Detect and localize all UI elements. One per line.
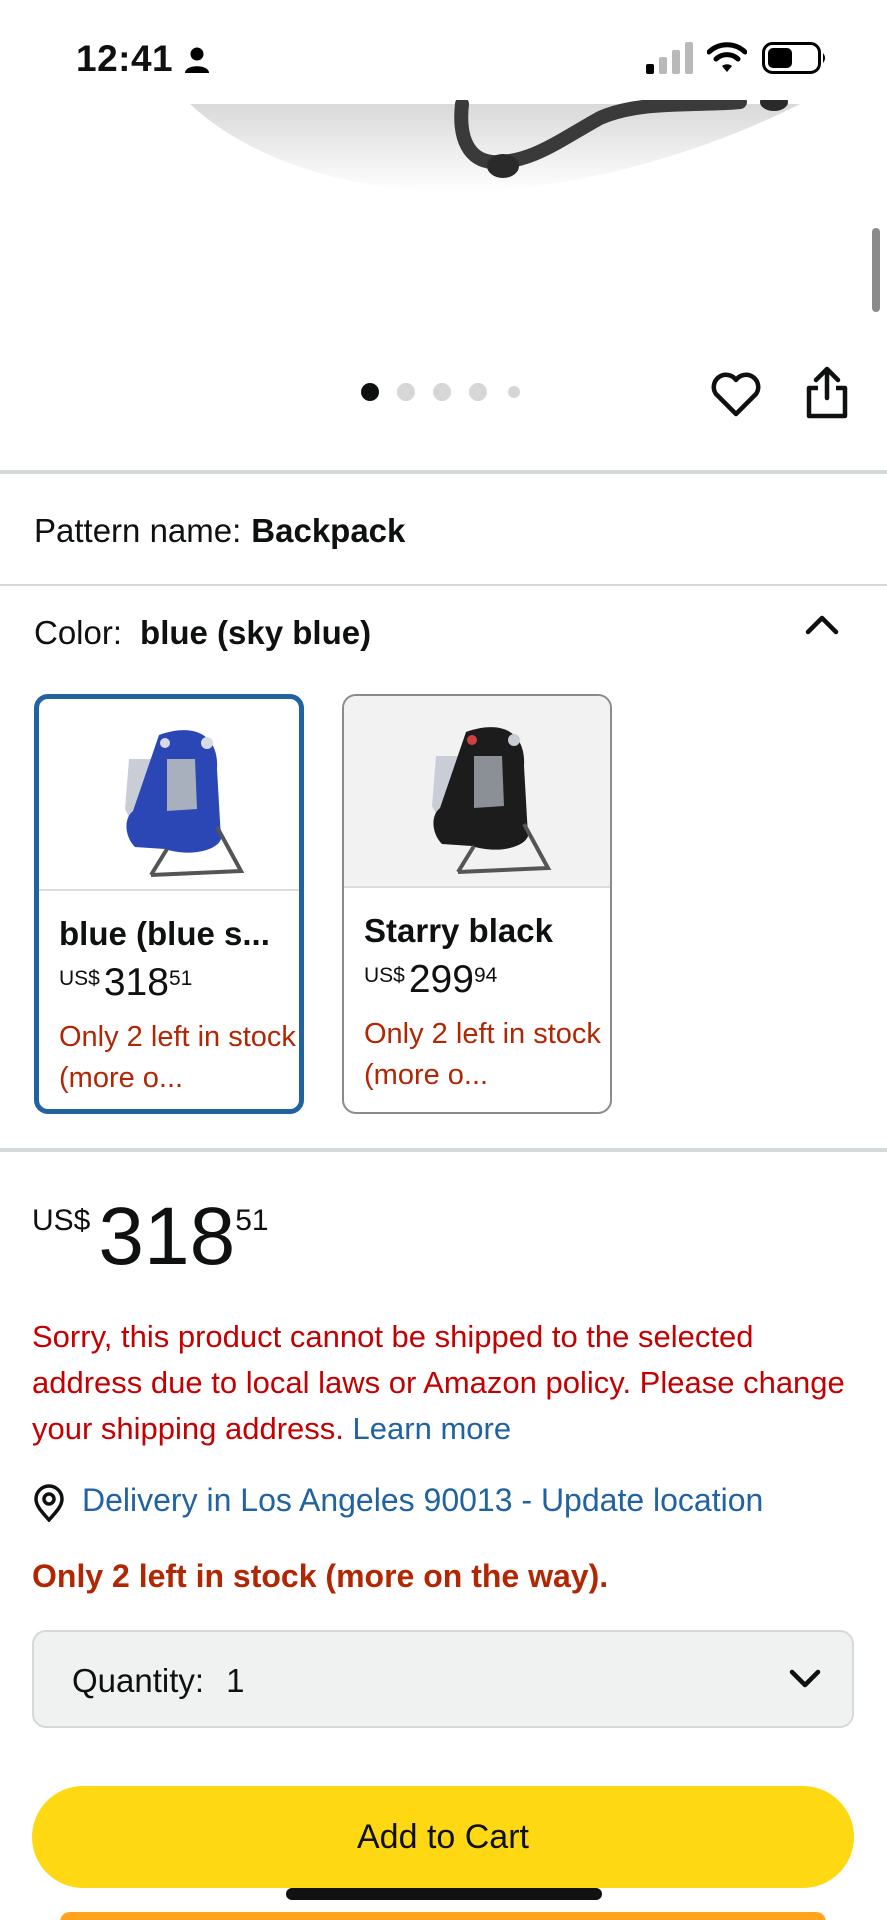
price-currency: US$ [59, 967, 100, 990]
pagination-dot[interactable] [508, 386, 520, 398]
pagination-dot[interactable] [433, 383, 451, 401]
signal-icon [646, 42, 693, 74]
color-value: blue (sky blue) [140, 614, 372, 651]
color-label: Color: [34, 614, 123, 651]
divider [0, 470, 887, 474]
scrollbar[interactable] [872, 228, 880, 312]
battery-icon [762, 42, 825, 74]
color-option-price: US$ 29994 [364, 958, 497, 1002]
quantity-label-group: Quantity: 1 [72, 1662, 244, 1700]
pagination-dot[interactable] [469, 383, 487, 401]
home-indicator[interactable] [286, 1888, 602, 1900]
color-option-price: US$ 31851 [59, 961, 192, 1005]
location-pin-icon [34, 1484, 64, 1522]
person-icon [185, 47, 209, 73]
divider [0, 584, 887, 586]
buy-now-button[interactable] [60, 1912, 826, 1920]
pattern-name-row: Pattern name: Backpack [34, 512, 405, 550]
delivery-location-link[interactable]: Delivery in Los Angeles 90013 - Update l… [82, 1482, 763, 1519]
price-whole: 299 [408, 958, 474, 1001]
divider [0, 1148, 887, 1152]
pattern-label: Pattern name: [34, 512, 242, 549]
option-separator [39, 889, 299, 891]
pagination-dot[interactable] [361, 383, 379, 401]
color-option-name: blue (blue s... [59, 915, 270, 952]
price-whole: 318 [98, 1191, 236, 1282]
add-to-cart-button[interactable]: Add to Cart [32, 1786, 854, 1888]
price-fraction: 94 [473, 964, 498, 987]
color-option-starry-black[interactable]: Starry black US$ 29994 Only 2 left in sto… [342, 694, 612, 1114]
option-separator [344, 886, 610, 888]
quantity-select[interactable]: Quantity: 1 [32, 1630, 854, 1728]
price-currency: US$ [32, 1204, 91, 1237]
color-option-image [39, 699, 299, 889]
wifi-icon [707, 42, 747, 72]
product-image[interactable] [0, 100, 887, 360]
quantity-value: 1 [226, 1662, 245, 1699]
chevron-up-icon[interactable] [802, 608, 842, 642]
pattern-value: Backpack [251, 512, 406, 549]
price-currency: US$ [364, 964, 405, 987]
color-option-blue[interactable]: blue (blue s... US$ 31851 Only 2 left in … [34, 694, 304, 1114]
color-option-image [344, 696, 610, 886]
chevron-down-icon [789, 1669, 821, 1688]
status-time: 12:41 [76, 38, 174, 79]
price-fraction: 51 [168, 967, 193, 990]
shipping-error-message: Sorry, this product cannot be shipped to… [32, 1314, 862, 1452]
stock-status: Only 2 left in stock (more on the way). [32, 1558, 609, 1594]
color-option-stock: Only 2 left in stock (more o... [59, 1021, 296, 1094]
heart-icon[interactable] [710, 370, 762, 418]
price-whole: 318 [103, 961, 169, 1004]
price-fraction: 51 [235, 1204, 269, 1237]
color-option-name: Starry black [364, 912, 553, 949]
quantity-label: Quantity: [72, 1662, 205, 1699]
learn-more-link[interactable]: Learn more [353, 1411, 512, 1446]
pagination-dot[interactable] [397, 383, 415, 401]
color-option-stock: Only 2 left in stock (more o... [364, 1018, 601, 1091]
product-price: US$31851 [32, 1196, 269, 1278]
share-icon[interactable] [804, 364, 850, 420]
color-row: Color: blue (sky blue) [34, 614, 371, 652]
